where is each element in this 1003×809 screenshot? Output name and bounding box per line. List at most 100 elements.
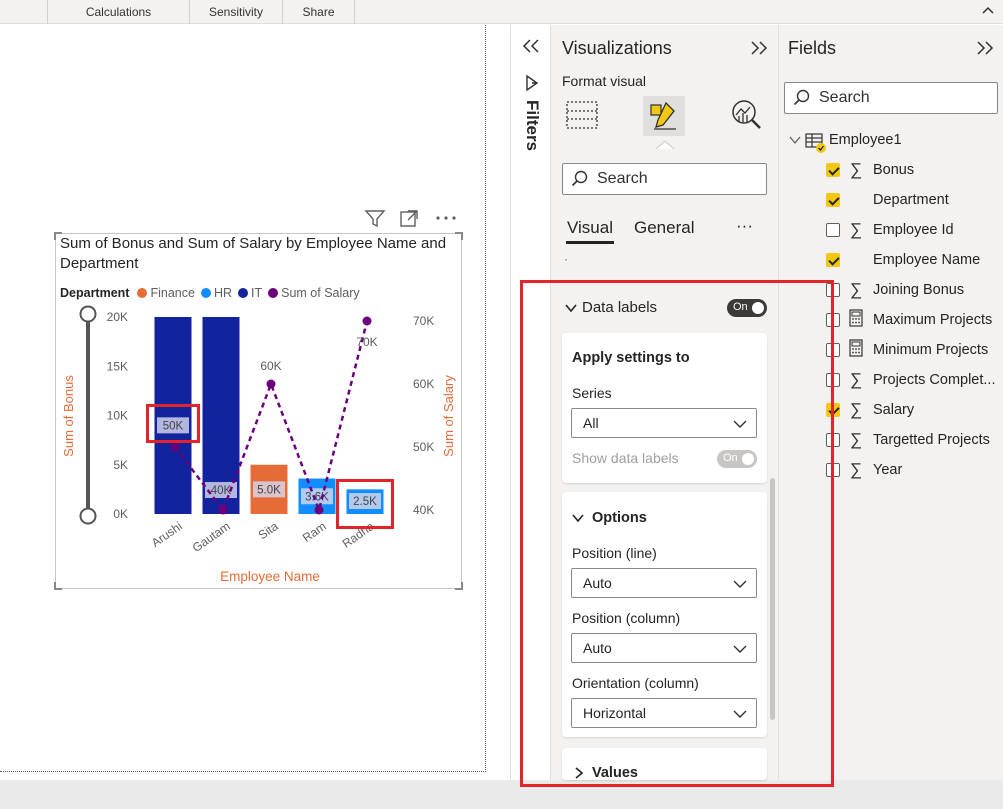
filter-icon — [526, 74, 539, 92]
y2-tick-label: 60K — [413, 377, 434, 391]
line-data-label: 70K — [356, 335, 377, 349]
chart-plot: 20K 15K 10K 5K 0K 70K 60K 50K 40K Sum of Bonus Sum… — [61, 305, 456, 584]
build-visual-icon[interactable] — [564, 98, 600, 132]
bar-data-label: 5.0K — [257, 484, 281, 496]
y-tick-label: 10K — [107, 409, 128, 423]
legend-label: IT — [251, 286, 263, 300]
bar-data-label: 3.6K — [305, 491, 329, 503]
highlight-box — [336, 479, 394, 529]
page-boundary-bottom — [0, 771, 486, 772]
viz-search-input[interactable]: Search — [562, 163, 767, 195]
y-tick-label: 0K — [113, 507, 128, 521]
zoom-slider-handle — [79, 507, 97, 525]
legend-label: HR — [213, 286, 233, 300]
y2-tick-label: 70K — [413, 314, 434, 328]
legend-item-hr[interactable]: HR — [200, 286, 233, 300]
field-item[interactable]: Employee Name — [826, 250, 980, 270]
search-icon — [793, 89, 810, 106]
ribbon-tab-share[interactable]: Share — [282, 0, 355, 24]
field-label: Joining Bonus — [873, 282, 965, 298]
search-placeholder: Search — [819, 89, 870, 106]
collapse-left-icon[interactable] — [522, 38, 540, 54]
x-tick-label: Sita — [256, 519, 281, 543]
tab-visual[interactable]: Visual — [567, 218, 613, 238]
field-label: Bonus — [873, 162, 915, 178]
format-visual-label: Format visual — [562, 73, 647, 89]
field-item[interactable]: ∑ Joining Bonus — [826, 280, 964, 300]
highlight-box — [146, 404, 200, 443]
field-item[interactable]: Maximum Projects — [826, 308, 993, 332]
legend-item-it[interactable]: IT — [238, 286, 262, 300]
powerbi-window: Calculations Sensitivity Share Sum of Bo… — [0, 0, 1003, 809]
fields-title: Fields — [788, 38, 837, 58]
expand-right-icon[interactable] — [976, 40, 994, 56]
fields-search-input[interactable]: Search — [784, 82, 998, 114]
field-label: Minimum Projects — [873, 342, 989, 358]
field-checkbox[interactable] — [826, 223, 840, 237]
sigma-icon: ∑ — [849, 460, 863, 479]
field-item[interactable]: ∑ Targetted Projects — [826, 430, 990, 450]
sigma-icon: ∑ — [849, 160, 863, 179]
y2-tick-label: 50K — [413, 440, 434, 454]
field-item[interactable]: ∑ Bonus — [826, 160, 914, 180]
field-item[interactable]: Department — [826, 190, 949, 210]
x-tick-label: Ram — [300, 519, 329, 545]
sigma-icon: ∑ — [849, 280, 863, 299]
legend-item-finance[interactable]: Finance — [137, 286, 195, 300]
field-checkbox[interactable] — [826, 193, 840, 207]
field-label: Maximum Projects — [873, 312, 993, 328]
sigma-icon: ∑ — [849, 220, 863, 239]
calculator-icon — [849, 308, 863, 332]
chart-legend: Department Finance HR IT Sum of Salary — [60, 285, 366, 301]
field-item[interactable]: Minimum Projects — [826, 338, 989, 362]
legend-dot — [137, 288, 148, 298]
ribbon-tab-sensitivity[interactable]: Sensitivity — [189, 0, 282, 24]
legend-item-sum-of-salary[interactable]: Sum of Salary — [268, 286, 360, 300]
focus-mode-icon[interactable] — [400, 210, 418, 227]
y-tick-label: 15K — [107, 359, 128, 373]
filter-icon[interactable] — [364, 210, 386, 228]
ribbon: Calculations Sensitivity Share — [0, 0, 1003, 24]
table-name-employee1[interactable]: Employee1 — [829, 132, 902, 148]
visual-header — [364, 210, 456, 228]
sigma-icon: ∑ — [849, 400, 863, 419]
collapse-ribbon-icon[interactable] — [981, 4, 995, 18]
legend-label: Finance — [150, 286, 195, 300]
field-item[interactable]: ∑ Year — [826, 460, 902, 480]
tab-general[interactable]: General — [634, 218, 694, 238]
active-tab-indicator — [655, 140, 675, 150]
field-item[interactable]: ∑ Projects Complet... — [826, 370, 996, 390]
field-item[interactable]: ∑ Salary — [826, 400, 914, 420]
separator-dot: · — [564, 252, 568, 266]
y-tick-label: 20K — [107, 310, 128, 324]
salary-marker — [266, 379, 276, 389]
paintbrush-icon[interactable] — [646, 99, 682, 133]
analytics-icon[interactable] — [729, 98, 763, 132]
more-options-icon[interactable]: ··· — [736, 216, 753, 236]
calculator-icon — [849, 338, 863, 362]
field-item[interactable]: ∑ Employee Id — [826, 220, 954, 240]
field-label: Salary — [873, 402, 915, 418]
field-label: Employee Id — [873, 222, 954, 238]
visualizations-title: Visualizations — [562, 38, 672, 58]
ribbon-tab-calculations[interactable]: Calculations — [47, 0, 189, 24]
y-axis-title: Sum of Bonus — [61, 375, 76, 457]
salary-marker — [314, 505, 324, 515]
x-axis-title: Employee Name — [220, 569, 320, 584]
filters-label[interactable]: Filters — [520, 100, 542, 170]
legend-dot — [200, 288, 211, 298]
legend-label: Sum of Salary — [281, 286, 360, 300]
x-tick-label: Gautam — [190, 519, 233, 555]
canvas-footer — [0, 780, 1003, 809]
field-checkbox[interactable] — [826, 163, 840, 177]
search-icon — [571, 170, 588, 187]
more-options-icon[interactable] — [436, 216, 456, 220]
highlight-box — [520, 280, 834, 787]
field-checkbox[interactable] — [826, 253, 840, 267]
chevron-down-icon[interactable] — [788, 134, 802, 146]
page-boundary — [485, 25, 486, 772]
legend-dot — [268, 288, 279, 298]
y2-tick-label: 40K — [413, 503, 434, 517]
expand-right-icon[interactable] — [750, 40, 768, 56]
sigma-icon: ∑ — [849, 430, 863, 449]
